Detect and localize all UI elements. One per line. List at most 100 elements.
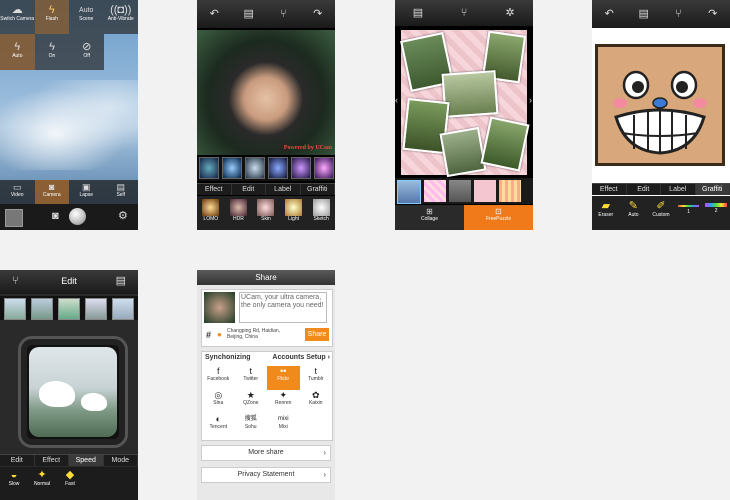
save-icon[interactable]: ▤	[627, 8, 662, 20]
filter-thumb[interactable]	[314, 157, 334, 179]
effect-hdr[interactable]: HDR	[225, 196, 253, 230]
collage-photo[interactable]	[441, 70, 499, 118]
mode-lapse[interactable]: ▣ Lapse	[69, 180, 104, 204]
anti-vibrate-button[interactable]: ((◘)) Anti-Vibrate	[104, 0, 139, 34]
filter-thumb[interactable]	[291, 157, 311, 179]
network-tumblr[interactable]: t Tumblr	[300, 366, 333, 390]
tab-graffiti[interactable]: Graffiti	[695, 184, 730, 195]
frame-thumb[interactable]	[112, 298, 134, 320]
tab-effect[interactable]: Effect	[592, 184, 627, 195]
tab-collage[interactable]: ⊞ Collage	[395, 205, 464, 230]
frame-thumb[interactable]	[4, 298, 26, 320]
background-swatch[interactable]	[424, 180, 446, 202]
shutter-button[interactable]	[69, 208, 86, 225]
chevron-right-icon: ›	[327, 354, 330, 361]
save-icon[interactable]: ▤	[232, 8, 267, 20]
collage-tabs: ⊞ Collage ⊡ FreePuzzle	[395, 205, 533, 230]
filter-thumb[interactable]	[199, 157, 219, 179]
flash-off-option[interactable]: ⊘ Off	[69, 34, 104, 70]
brush-size-1[interactable]: 1	[675, 196, 703, 230]
speed-fast[interactable]: ◆ Fast	[56, 467, 84, 500]
top-controls: ☁ Switch Camera ϟ Flash Auto Scene ((◘))…	[0, 0, 138, 34]
gallery-thumbnail[interactable]	[5, 209, 23, 227]
undo-icon[interactable]: ↶	[197, 8, 232, 20]
chevron-right-icon[interactable]: ›	[529, 96, 532, 105]
network-tencent[interactable]: ◐ Tencent	[202, 414, 235, 438]
tab-graffiti[interactable]: Graffiti	[301, 184, 335, 195]
share-icon[interactable]: ⑂	[661, 8, 696, 20]
tab-label[interactable]: Label	[266, 184, 301, 195]
tab-effect[interactable]: Effect	[197, 184, 232, 195]
hashtag-icon[interactable]: #	[206, 330, 211, 340]
frame-thumb[interactable]	[58, 298, 80, 320]
effect-skin[interactable]: Skin	[252, 196, 280, 230]
gear-icon[interactable]: ⚙	[118, 211, 128, 222]
message-input[interactable]: UCam, your ultra camera, the only camera…	[239, 292, 327, 323]
bottom-controls: ◙ ⚙	[0, 204, 138, 230]
speed-normal[interactable]: ✦ Normal	[28, 467, 56, 500]
undo-icon[interactable]: ↶	[592, 8, 627, 20]
network-flickr[interactable]: •• Flickr	[267, 366, 300, 390]
filter-thumb[interactable]	[268, 157, 288, 179]
frame-thumb[interactable]	[31, 298, 53, 320]
mode-video[interactable]: ▭ Video	[0, 180, 35, 204]
tab-edit[interactable]: Edit	[232, 184, 266, 195]
background-swatch[interactable]	[397, 180, 421, 204]
share-icon[interactable]: ⑂	[266, 8, 301, 20]
filter-thumb[interactable]	[245, 157, 265, 179]
effect-lomo[interactable]: LOMO	[197, 196, 225, 230]
tab-speed[interactable]: Speed	[69, 455, 104, 466]
effect-light[interactable]: Light	[280, 196, 308, 230]
privacy-statement-button[interactable]: Privacy Statement ›	[201, 467, 331, 483]
save-icon[interactable]: ▤	[395, 7, 441, 19]
network-kaixin[interactable]: ✿ Kaixin	[300, 390, 333, 414]
frame-thumb[interactable]	[85, 298, 107, 320]
network-mixi[interactable]: mixi Mixi	[267, 414, 300, 438]
speed-slow[interactable]: ◒ Slow	[0, 467, 28, 500]
frame-tabs: Edit Effect Speed Mode	[0, 454, 138, 466]
switch-camera-button[interactable]: ☁ Switch Camera	[0, 0, 35, 34]
network-sohu[interactable]: 搜狐 Sohu	[235, 414, 268, 438]
tab-label[interactable]: Label	[661, 184, 696, 195]
mode-self[interactable]: ▤ Self	[104, 180, 139, 204]
tool-eraser[interactable]: ▰ Eraser	[592, 196, 620, 230]
flash-on-option[interactable]: ϟ On	[35, 34, 70, 70]
network-qzone[interactable]: ★ QZone	[235, 390, 268, 414]
share-icon[interactable]: ⑂	[441, 7, 487, 19]
tool-custom[interactable]: ✐ Custom	[647, 196, 675, 230]
tab-edit[interactable]: Edit	[0, 455, 35, 466]
tab-edit[interactable]: Edit	[627, 184, 661, 195]
tab-freepuzzle[interactable]: ⊡ FreePuzzle	[464, 205, 533, 230]
accounts-setup-link[interactable]: Accounts Setup ›	[272, 354, 330, 361]
collage-photo[interactable]	[439, 126, 487, 178]
flash-button[interactable]: ϟ Flash	[34, 0, 69, 34]
effect-sketch[interactable]: Sketch	[307, 196, 335, 230]
background-swatch[interactable]	[499, 180, 521, 202]
tab-mode[interactable]: Mode	[104, 455, 138, 466]
brush-size-2[interactable]: 2	[702, 196, 730, 230]
filter-thumb[interactable]	[222, 157, 242, 179]
network-renren[interactable]: ✦ Renren	[267, 390, 300, 414]
background-swatch[interactable]	[449, 180, 471, 202]
mode-camera[interactable]: ◙ Camera	[34, 180, 69, 204]
switch-camera-label: Switch Camera	[0, 16, 35, 22]
network-sina[interactable]: ◎ Sina	[202, 390, 235, 414]
background-swatch[interactable]	[474, 180, 496, 202]
sync-panel: Synchonizing Accounts Setup › f Facebook …	[201, 351, 333, 441]
tab-effect[interactable]: Effect	[35, 455, 69, 466]
turtle-icon: ◒	[10, 469, 18, 481]
network-facebook[interactable]: f Facebook	[202, 366, 235, 390]
scene-button[interactable]: Auto Scene	[69, 0, 104, 34]
redo-icon[interactable]: ↷	[696, 8, 730, 20]
tool-auto[interactable]: ✎ Auto	[620, 196, 648, 230]
network-twitter[interactable]: t Twitter	[235, 366, 268, 390]
mode-lapse-label: Lapse	[79, 192, 94, 198]
more-share-button[interactable]: More share ›	[201, 445, 331, 461]
save-icon[interactable]: ▤	[116, 276, 126, 287]
flash-auto-option[interactable]: ϟ Auto	[0, 34, 35, 70]
magic-wand-icon[interactable]: ✲	[487, 7, 533, 19]
redo-icon[interactable]: ↷	[301, 8, 336, 20]
chevron-left-icon[interactable]: ‹	[395, 96, 398, 105]
collage-photo[interactable]	[480, 116, 530, 172]
share-button[interactable]: Share	[305, 328, 329, 341]
